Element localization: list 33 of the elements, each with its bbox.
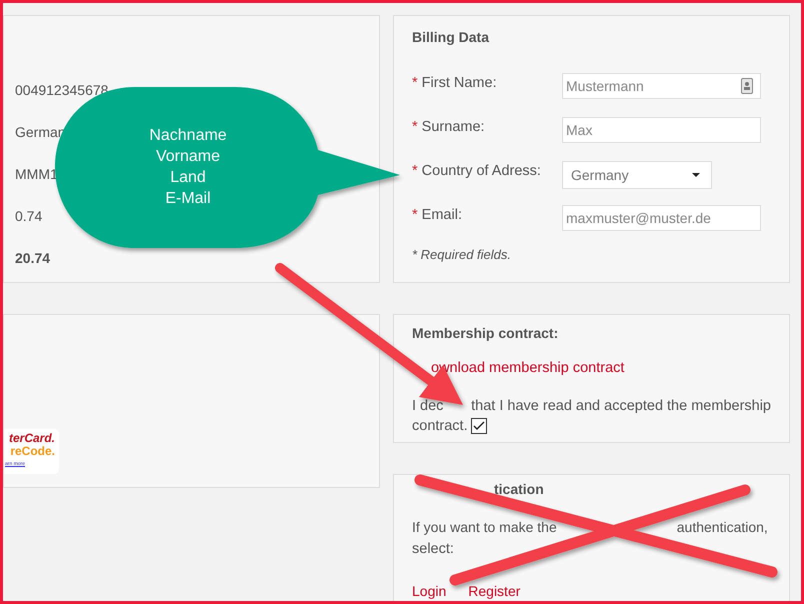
callout-text: Land xyxy=(170,168,206,188)
required-note: * Required fields. xyxy=(412,247,512,262)
summary-value: 004912345678 xyxy=(15,82,108,99)
declaration-text: I dec xyxy=(412,397,444,416)
callout-text: Nachname xyxy=(149,126,227,146)
section-title: Billing Data xyxy=(412,29,490,45)
callout-text: Vorname xyxy=(156,147,220,167)
field-label: * First Name: xyxy=(412,74,498,91)
summary-value: German xyxy=(15,124,66,141)
auth-link[interactable]: Register xyxy=(468,584,520,599)
country-dropdown[interactable]: Germany xyxy=(562,161,712,189)
logo-text: reCode. xyxy=(10,445,55,458)
caret-icon xyxy=(692,173,700,177)
auth-text: select: xyxy=(412,541,455,557)
logo-text: terCard. xyxy=(8,432,55,445)
field-label: * Surname: xyxy=(412,118,486,135)
declaration-text: contract. xyxy=(412,417,468,436)
auth-text: authentication, xyxy=(676,519,768,535)
field-label: * Email: xyxy=(412,206,463,223)
contact-card-icon[interactable] xyxy=(741,78,753,94)
callout-text: E-Mail xyxy=(165,189,211,209)
input-field[interactable]: maxmuster@muster.de xyxy=(562,205,761,231)
summary-value: 20.74 xyxy=(15,250,50,267)
auth-link[interactable]: Login xyxy=(412,584,446,599)
input-field[interactable]: Mustermann xyxy=(562,73,761,99)
accept-checkbox[interactable] xyxy=(470,418,487,434)
declaration-text: that I have read and accepted the membership xyxy=(471,397,771,416)
summary-value: 0.74 xyxy=(15,208,42,225)
input-field[interactable]: Max xyxy=(562,117,761,143)
section-title: Membership contract: xyxy=(412,325,560,341)
field-label: * Country of Adress: xyxy=(412,162,542,179)
section-title: tication xyxy=(494,481,544,497)
auth-text: If you want to make the xyxy=(412,519,557,535)
